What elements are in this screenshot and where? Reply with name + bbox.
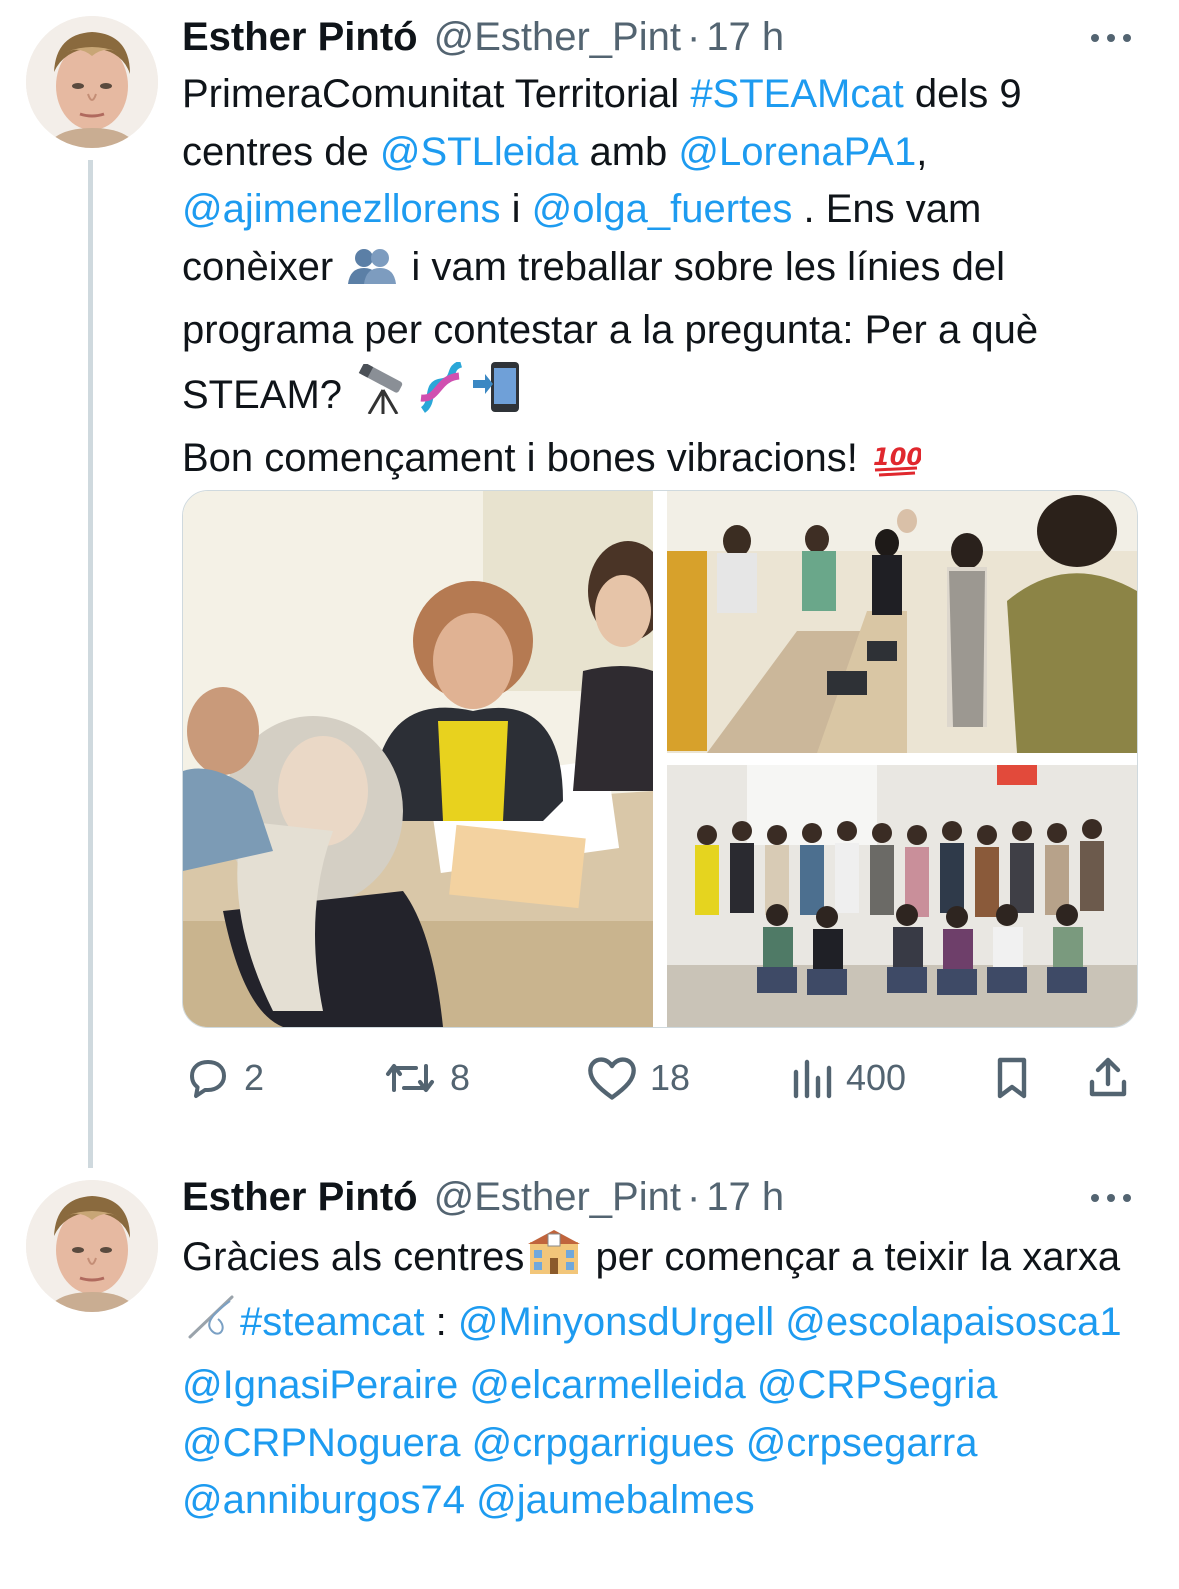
school-icon: [526, 1228, 582, 1293]
thread-connector-line: [88, 160, 93, 1168]
timestamp[interactable]: 17 h: [706, 1175, 784, 1220]
text-segment: Gràcies als centres: [182, 1235, 525, 1279]
mention-link[interactable]: @STLleida: [380, 130, 578, 174]
tweet-header: Esther Pintó @Esther_Pint · 17 h: [182, 1172, 784, 1222]
avatar[interactable]: [26, 16, 158, 148]
mention-link[interactable]: @elcarmelleida: [469, 1363, 745, 1407]
mention-link[interactable]: @anniburgos74: [182, 1478, 465, 1522]
reply-count: 2: [244, 1057, 265, 1098]
photo-classroom-laptops[interactable]: [667, 491, 1137, 753]
mention-link[interactable]: @escolapaisosca1: [785, 1300, 1121, 1344]
views-count: 400: [846, 1057, 907, 1098]
retweet-icon: [386, 1064, 434, 1092]
mention-link[interactable]: @IgnasiPeraire: [182, 1363, 458, 1407]
tweet-actions: 2 8 18 400: [182, 1046, 1136, 1110]
more-options-icon[interactable]: [1091, 22, 1131, 52]
bookmark-button[interactable]: [990, 1046, 1046, 1110]
text-segment: PrimeraComunitat Territorial: [182, 72, 691, 116]
mobile-arrow-icon: [471, 360, 523, 431]
sewing-needle-icon: [184, 1293, 238, 1358]
mention-link[interactable]: @crpgarrigues: [472, 1421, 735, 1465]
views-chart-icon: [793, 1059, 832, 1099]
mention-link[interactable]: @olga_fuertes: [532, 187, 793, 231]
dna-icon: [415, 360, 467, 431]
hashtag-link[interactable]: #steamcat: [240, 1300, 425, 1344]
separator-dot: ·: [686, 14, 701, 59]
text-segment: per començar a teixir la xarxa: [584, 1235, 1121, 1279]
share-icon: [1089, 1057, 1127, 1097]
views-button[interactable]: 400: [790, 1046, 906, 1110]
author-name[interactable]: Esther Pintó: [182, 15, 418, 60]
text-segment: ,: [916, 129, 928, 174]
hashtag-link[interactable]: #STEAMcat: [690, 72, 903, 116]
timestamp[interactable]: 17 h: [706, 15, 784, 60]
busts-in-silhouette-icon: [346, 245, 398, 303]
photo-group-portrait[interactable]: [667, 765, 1137, 1027]
retweet-button[interactable]: 8: [382, 1046, 470, 1110]
heart-icon: [588, 1057, 636, 1100]
share-button[interactable]: [1084, 1046, 1144, 1110]
text-segment: :: [424, 1299, 458, 1344]
reply-button[interactable]: 2: [184, 1046, 264, 1110]
like-button[interactable]: 18: [586, 1046, 690, 1110]
mention-link[interactable]: @crpsegarra: [746, 1421, 978, 1465]
more-options-icon[interactable]: [1091, 1182, 1131, 1212]
separator-dot: ·: [686, 1174, 701, 1219]
tweet-header: Esther Pintó @Esther_Pint · 17 h: [182, 12, 784, 62]
mention-link[interactable]: @ajimenezllorens: [182, 187, 501, 231]
author-handle[interactable]: @Esther_Pint: [434, 15, 681, 60]
author-handle[interactable]: @Esther_Pint: [434, 1175, 681, 1220]
mention-link[interactable]: @MinyonsdUrgell: [458, 1300, 774, 1344]
bookmark-icon: [997, 1057, 1027, 1099]
mention-link[interactable]: @CRPNoguera: [182, 1421, 461, 1465]
mention-link[interactable]: @jaumebalmes: [476, 1478, 755, 1522]
like-count: 18: [650, 1057, 691, 1098]
hundred-points-icon: 100: [871, 436, 923, 494]
avatar[interactable]: [26, 1180, 158, 1312]
mention-link[interactable]: @LorenaPA1: [678, 130, 916, 174]
tweet-text: PrimeraComunitat Territorial #STEAMcat d…: [182, 66, 1142, 494]
text-segment: amb: [578, 129, 679, 174]
retweet-count: 8: [450, 1057, 471, 1098]
reply-icon: [190, 1060, 226, 1098]
tweet-text: Gràcies als centres per començar a teixi…: [182, 1228, 1142, 1530]
media-grid[interactable]: [182, 490, 1138, 1028]
author-name[interactable]: Esther Pintó: [182, 1175, 418, 1220]
photo-group-at-table[interactable]: [183, 491, 653, 1027]
mention-link[interactable]: @CRPSegria: [757, 1363, 998, 1407]
text-segment: i: [500, 187, 532, 231]
text-segment: Bon començament i bones vibracions!: [182, 436, 870, 480]
telescope-icon: [355, 361, 411, 431]
